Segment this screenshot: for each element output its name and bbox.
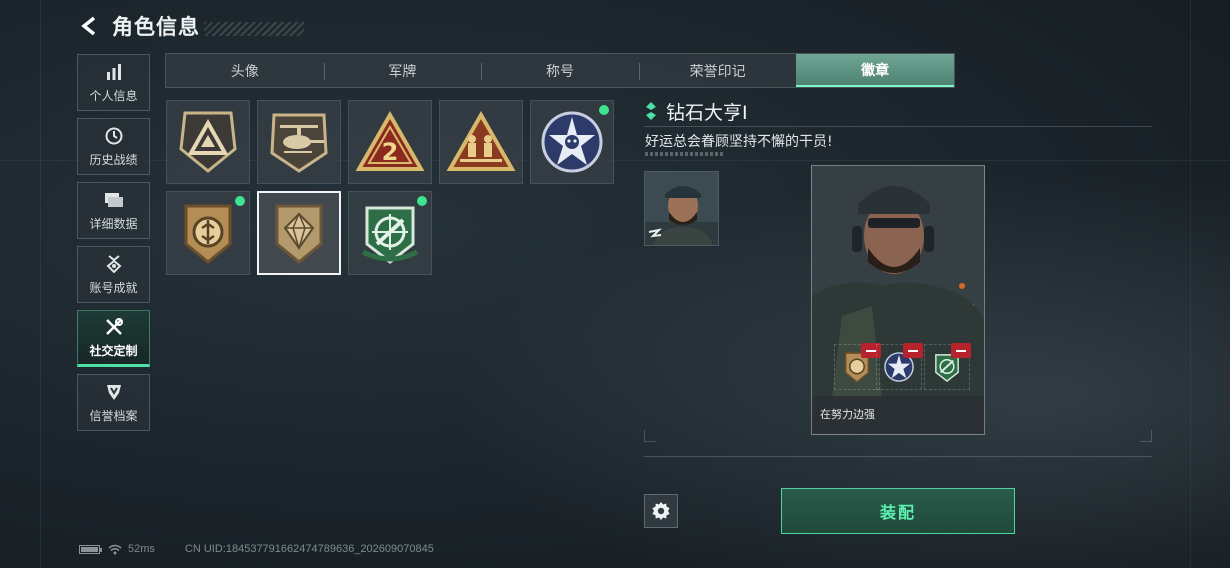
soldiers-badge-icon <box>446 111 516 171</box>
sidebar: 个人信息 历史战绩 详细数据 账号成就 社交定制 信誉档案 <box>77 54 150 438</box>
badge-cell[interactable] <box>166 191 250 275</box>
sidebar-item-details[interactable]: 详细数据 <box>77 182 150 239</box>
badge-cell-selected[interactable] <box>257 191 341 275</box>
ping-value: 52ms <box>128 543 155 555</box>
divider <box>644 126 1152 127</box>
badge-cell[interactable] <box>439 100 523 184</box>
shield-badge-icon <box>104 382 124 402</box>
sidebar-item-label: 详细数据 <box>89 216 138 231</box>
status-bar: 52ms CN UID:184537791662474789636_202609… <box>79 543 434 555</box>
settings-button[interactable] <box>644 494 678 528</box>
new-indicator <box>417 196 427 206</box>
new-indicator <box>235 196 245 206</box>
number-two-badge-icon: 2 <box>355 111 425 171</box>
tab-dog-tag[interactable]: 军牌 <box>323 54 482 87</box>
tab-bar: 头像 军牌 称号 荣誉印记 徽章 <box>165 53 955 88</box>
badge-detail-title: 钻石大亨Ⅰ <box>646 99 748 124</box>
frame-corner <box>644 430 656 442</box>
sidebar-item-reputation[interactable]: 信誉档案 <box>77 374 150 431</box>
clock-icon <box>104 126 124 146</box>
skull-star-badge-icon <box>541 111 603 173</box>
diamond-shield-badge-icon <box>275 204 323 264</box>
remove-badge-button[interactable] <box>903 343 923 358</box>
title-decoration <box>204 22 304 36</box>
diamond-marker-icon <box>646 102 656 120</box>
tools-icon <box>104 317 124 337</box>
remove-badge-button[interactable] <box>951 343 971 358</box>
helicopter-badge-icon <box>270 113 328 173</box>
header: 角色信息 <box>78 10 304 42</box>
sidebar-item-social-custom[interactable]: 社交定制 <box>77 310 150 367</box>
divider <box>644 456 1152 457</box>
medal-icon <box>104 254 124 274</box>
gear-icon <box>652 502 670 520</box>
badge-description: 好运总会眷顾坚持不懈的干员! <box>645 134 833 150</box>
badge-cell[interactable] <box>530 100 614 184</box>
sidebar-item-label: 账号成就 <box>89 280 138 295</box>
bg-grid-line <box>1190 0 1191 568</box>
battery-icon <box>79 544 102 554</box>
badge-slot-3[interactable] <box>924 343 971 390</box>
tab-avatar[interactable]: 头像 <box>166 54 324 87</box>
page-title: 角色信息 <box>112 15 200 39</box>
tab-badge[interactable]: 徽章 <box>796 54 954 87</box>
coin-badge-icon <box>184 204 232 264</box>
description-decoration <box>645 152 723 156</box>
sidebar-item-achievements[interactable]: 账号成就 <box>77 246 150 303</box>
folder-icon <box>104 190 124 210</box>
sidebar-item-personal-info[interactable]: 个人信息 <box>77 54 150 111</box>
back-arrow-icon[interactable] <box>78 14 102 38</box>
equip-button-label: 装配 <box>879 503 916 522</box>
bg-grid-line <box>40 0 41 568</box>
wifi-icon <box>108 544 122 554</box>
sidebar-item-label: 历史战绩 <box>89 152 138 167</box>
sidebar-item-history[interactable]: 历史战绩 <box>77 118 150 175</box>
badge-name: 钻石大亨Ⅰ <box>666 101 748 124</box>
new-indicator <box>599 105 609 115</box>
sidebar-item-label: 社交定制 <box>89 343 138 358</box>
equip-button[interactable]: 装配 <box>781 488 1015 534</box>
badge-cell[interactable]: 2 <box>348 100 432 184</box>
tab-title[interactable]: 称号 <box>481 54 639 87</box>
card-caption: 在努力边强 <box>820 408 875 421</box>
delta-badge-icon <box>179 111 237 173</box>
sidebar-item-label: 个人信息 <box>89 88 138 103</box>
sidebar-item-label: 信誉档案 <box>89 408 138 423</box>
badge-cell[interactable] <box>257 100 341 184</box>
tab-honor-mark[interactable]: 荣誉印记 <box>638 54 797 87</box>
badge-slot-1[interactable] <box>834 343 881 390</box>
badge-cell[interactable] <box>166 100 250 184</box>
user-uid: CN UID:184537791662474789636_20260907084… <box>184 543 434 555</box>
bar-chart-icon <box>104 62 124 82</box>
character-avatar[interactable] <box>644 171 719 246</box>
badge-cell[interactable] <box>348 191 432 275</box>
character-card-preview: 在努力边强 <box>811 165 985 435</box>
frame-corner <box>1140 430 1152 442</box>
svg-text:2: 2 <box>382 138 399 166</box>
green-crosshair-badge-icon <box>361 206 419 264</box>
badge-slot-2[interactable] <box>876 343 923 390</box>
